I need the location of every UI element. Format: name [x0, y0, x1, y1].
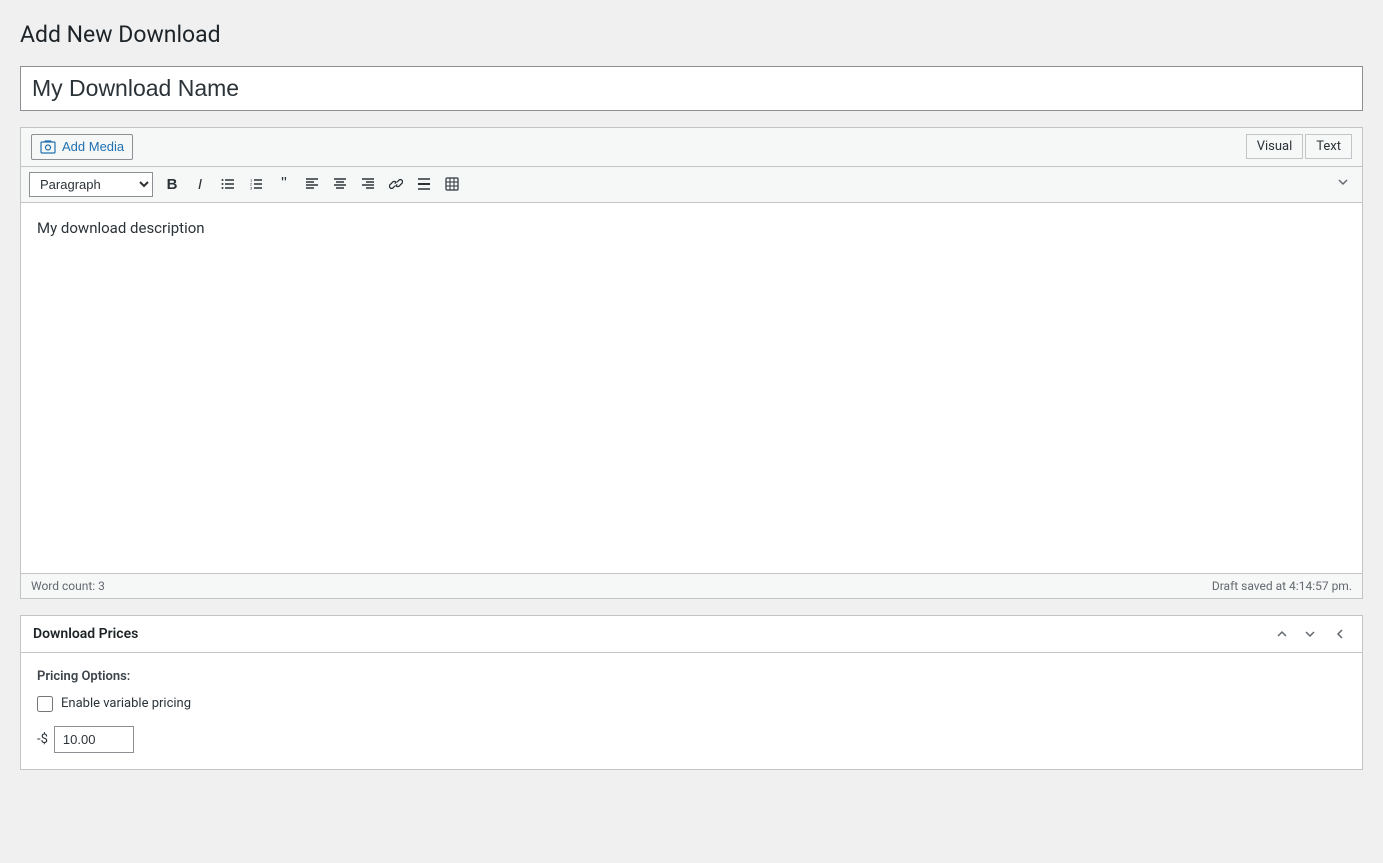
box-header: Download Prices	[21, 616, 1362, 653]
pricing-options-label: Pricing Options:	[37, 669, 1346, 684]
table-button[interactable]	[439, 171, 465, 197]
editor-container: Add Media Visual Text Paragraph Heading …	[20, 127, 1363, 599]
box-body: Pricing Options: Enable variable pricing…	[21, 653, 1362, 769]
box-controls	[1270, 624, 1350, 644]
collapse-up-button[interactable]	[1270, 624, 1294, 644]
align-left-button[interactable]	[299, 171, 325, 197]
add-media-label: Add Media	[62, 139, 124, 154]
tab-text[interactable]: Text	[1305, 134, 1352, 159]
add-media-button[interactable]: Add Media	[31, 134, 133, 160]
word-count: Word count: 3	[31, 579, 105, 593]
editor-toolbar: Paragraph Heading 1 Heading 2 Heading 3 …	[21, 167, 1362, 203]
blockquote-button[interactable]: "	[271, 171, 297, 197]
bold-button[interactable]: B	[159, 171, 185, 197]
price-prefix: -$	[37, 732, 48, 747]
ordered-list-button[interactable]: 123	[243, 171, 269, 197]
toolbar-expand-button[interactable]	[1332, 171, 1354, 198]
draft-saved: Draft saved at 4:14:57 pm.	[1212, 579, 1352, 593]
horizontal-rule-button[interactable]	[411, 171, 437, 197]
box-title: Download Prices	[33, 626, 138, 642]
price-row: -$	[37, 726, 1346, 753]
italic-button[interactable]: I	[187, 171, 213, 197]
enable-variable-pricing-checkbox[interactable]	[37, 696, 53, 712]
editor-status-bar: Word count: 3 Draft saved at 4:14:57 pm.	[21, 573, 1362, 598]
enable-variable-pricing-row: Enable variable pricing	[37, 696, 1346, 712]
svg-text:3: 3	[250, 186, 253, 191]
add-media-icon	[40, 139, 56, 155]
align-center-button[interactable]	[327, 171, 353, 197]
download-prices-box: Download Prices Pricing Options: Enable …	[20, 615, 1363, 770]
price-input[interactable]	[54, 726, 134, 753]
editor-content-area[interactable]: My download description	[21, 203, 1362, 573]
link-button[interactable]	[383, 171, 409, 197]
editor-top-bar: Add Media Visual Text	[21, 128, 1362, 167]
tab-visual[interactable]: Visual	[1246, 134, 1304, 159]
format-select[interactable]: Paragraph Heading 1 Heading 2 Heading 3 …	[29, 172, 153, 197]
align-right-button[interactable]	[355, 171, 381, 197]
collapse-down-button[interactable]	[1298, 624, 1322, 644]
editor-mode-tabs: Visual Text	[1246, 134, 1352, 159]
page-title: Add New Download	[20, 20, 1363, 50]
toggle-button[interactable]	[1326, 624, 1350, 644]
editor-content-text: My download description	[37, 219, 1346, 237]
enable-variable-pricing-label[interactable]: Enable variable pricing	[61, 696, 191, 711]
download-title-input[interactable]	[20, 66, 1363, 111]
unordered-list-button[interactable]	[215, 171, 241, 197]
